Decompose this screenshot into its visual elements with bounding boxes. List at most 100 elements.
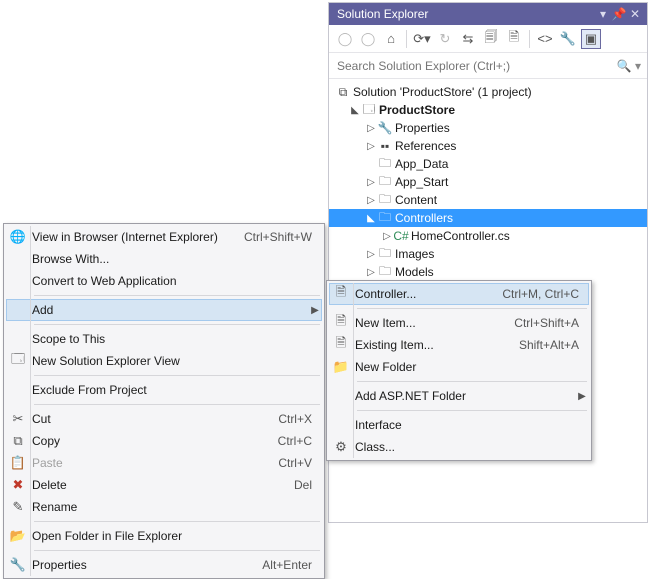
expand-icon[interactable]: ▷ <box>365 123 377 134</box>
tree-item-label: Properties <box>393 121 450 135</box>
project-node[interactable]: ◣ 🗔 ProductStore <box>329 101 647 119</box>
menu-icon: 📋 <box>6 455 30 471</box>
expand-icon[interactable]: ▷ <box>381 231 393 242</box>
menu-item[interactable]: Convert to Web Application <box>6 270 322 292</box>
images-node[interactable]: ▷ 🗀 Images <box>329 245 647 263</box>
menu-label: Add <box>30 303 308 317</box>
csharp-file-icon: C# <box>393 229 409 243</box>
appstart-node[interactable]: ▷ 🗀 App_Start <box>329 173 647 191</box>
menu-icon: ✂ <box>6 411 30 427</box>
models-node[interactable]: ▷ 🗀 Models <box>329 263 647 281</box>
menu-shortcut: Shift+Alt+A <box>519 338 589 352</box>
tree-item-label: Models <box>393 265 434 279</box>
search-box[interactable]: 🔍 ▾ <box>329 53 647 79</box>
wrench-icon: 🔧 <box>377 121 393 135</box>
menu-item[interactable]: 🗎Controller...Ctrl+M, Ctrl+C <box>329 283 589 305</box>
search-input[interactable] <box>335 58 617 74</box>
menu-item[interactable]: 📂Open Folder in File Explorer <box>6 525 322 547</box>
menu-item[interactable]: 📁New Folder <box>329 356 589 378</box>
pin-icon[interactable]: 📌 <box>611 3 627 25</box>
menu-label: Interface <box>353 418 589 432</box>
solution-node[interactable]: ⧉ Solution 'ProductStore' (1 project) <box>329 83 647 101</box>
menu-icon: 🌐 <box>6 229 30 245</box>
menu-icon: 🗎 <box>329 283 353 305</box>
properties-node[interactable]: ▷ 🔧 Properties <box>329 119 647 137</box>
menu-item[interactable]: Browse With... <box>6 248 322 270</box>
appdata-node[interactable]: ▷ 🗀 App_Data <box>329 155 647 173</box>
show-all-button[interactable]: 🗐 <box>481 29 501 49</box>
solution-label: Solution 'ProductStore' (1 project) <box>351 85 532 99</box>
menu-item[interactable]: 🌐View in Browser (Internet Explorer)Ctrl… <box>6 226 322 248</box>
menu-item[interactable]: Add ASP.NET Folder▶ <box>329 385 589 407</box>
close-icon[interactable]: ✕ <box>627 3 643 25</box>
menu-shortcut: Ctrl+C <box>278 434 322 448</box>
menu-item[interactable]: Add▶ <box>6 299 322 321</box>
sync-button[interactable]: ⟳▾ <box>412 29 432 49</box>
submenu-arrow-icon: ▶ <box>575 391 589 402</box>
expand-icon[interactable]: ▷ <box>365 267 377 278</box>
panel-titlebar: Solution Explorer ▾ 📌 ✕ <box>329 3 647 25</box>
expand-icon[interactable]: ▷ <box>365 177 377 188</box>
menu-icon: 🗔 <box>6 350 30 372</box>
menu-icon: 📁 <box>329 359 353 375</box>
homecontroller-node[interactable]: ▷ C# HomeController.cs <box>329 227 647 245</box>
home-button[interactable]: ⌂ <box>381 29 401 49</box>
refresh-button[interactable]: ↻ <box>435 29 455 49</box>
view-designer-button[interactable]: 🔧 <box>558 29 578 49</box>
menu-label: Delete <box>30 478 294 492</box>
menu-item[interactable]: ✖DeleteDel <box>6 474 322 496</box>
menu-item[interactable]: ✎Rename <box>6 496 322 518</box>
menu-icon: ⚙ <box>329 439 353 455</box>
menu-item[interactable]: Scope to This <box>6 328 322 350</box>
menu-shortcut: Ctrl+M, Ctrl+C <box>502 287 589 301</box>
menu-shortcut: Ctrl+Shift+W <box>244 230 322 244</box>
menu-item[interactable]: ✂CutCtrl+X <box>6 408 322 430</box>
expand-icon[interactable]: ▷ <box>365 195 377 206</box>
tree-item-label: HomeController.cs <box>409 229 510 243</box>
menu-label: View in Browser (Internet Explorer) <box>30 230 244 244</box>
menu-label: Browse With... <box>30 252 322 266</box>
menu-item[interactable]: 🔧PropertiesAlt+Enter <box>6 554 322 576</box>
menu-item[interactable]: ⧉CopyCtrl+C <box>6 430 322 452</box>
menu-item[interactable]: 🗎New Item...Ctrl+Shift+A <box>329 312 589 334</box>
references-icon: ▪▪ <box>377 139 393 153</box>
project-label: ProductStore <box>377 103 455 117</box>
context-submenu-add: 🗎Controller...Ctrl+M, Ctrl+C 🗎New Item...… <box>326 280 592 461</box>
expand-icon[interactable]: ▷ <box>365 249 377 260</box>
menu-item[interactable]: Interface <box>329 414 589 436</box>
preview-button[interactable]: ▣ <box>581 29 601 49</box>
expand-icon[interactable]: ◣ <box>349 105 361 116</box>
tree-item-label: App_Data <box>393 157 448 171</box>
toolbar: ◯ ◯ ⌂ ⟳▾ ↻ ⇆ 🗐 🗎 <> 🔧 ▣ <box>329 25 647 53</box>
menu-item[interactable]: Exclude From Project <box>6 379 322 401</box>
content-node[interactable]: ▷ 🗀 Content <box>329 191 647 209</box>
menu-label: Cut <box>30 412 278 426</box>
menu-shortcut: Del <box>294 478 322 492</box>
solution-icon: ⧉ <box>335 85 351 100</box>
back-button[interactable]: ◯ <box>335 29 355 49</box>
properties-button[interactable]: 🗎 <box>504 29 524 49</box>
menu-shortcut: Ctrl+X <box>278 412 322 426</box>
expand-icon[interactable]: ◣ <box>365 213 377 224</box>
controllers-node[interactable]: ◣ 🗀 Controllers <box>329 209 647 227</box>
menu-label: Properties <box>30 558 262 572</box>
menu-shortcut: Ctrl+Shift+A <box>514 316 589 330</box>
menu-item[interactable]: 🗔New Solution Explorer View <box>6 350 322 372</box>
menu-icon: ⧉ <box>6 433 30 449</box>
expand-icon[interactable]: ▷ <box>365 141 377 152</box>
project-icon: 🗔 <box>361 100 377 121</box>
menu-label: Copy <box>30 434 278 448</box>
forward-button[interactable]: ◯ <box>358 29 378 49</box>
tree-item-label: Controllers <box>393 211 453 225</box>
menu-label: Convert to Web Application <box>30 274 322 288</box>
view-code-button[interactable]: <> <box>535 29 555 49</box>
menu-label: Add ASP.NET Folder <box>353 389 575 403</box>
collapse-all-button[interactable]: ⇆ <box>458 29 478 49</box>
menu-item[interactable]: ⚙Class... <box>329 436 589 458</box>
window-position-icon[interactable]: ▾ <box>595 3 611 25</box>
search-icon[interactable]: 🔍 ▾ <box>617 59 641 73</box>
references-node[interactable]: ▷ ▪▪ References <box>329 137 647 155</box>
menu-item[interactable]: 🗎Existing Item...Shift+Alt+A <box>329 334 589 356</box>
menu-label: Paste <box>30 456 278 470</box>
menu-label: Open Folder in File Explorer <box>30 529 322 543</box>
